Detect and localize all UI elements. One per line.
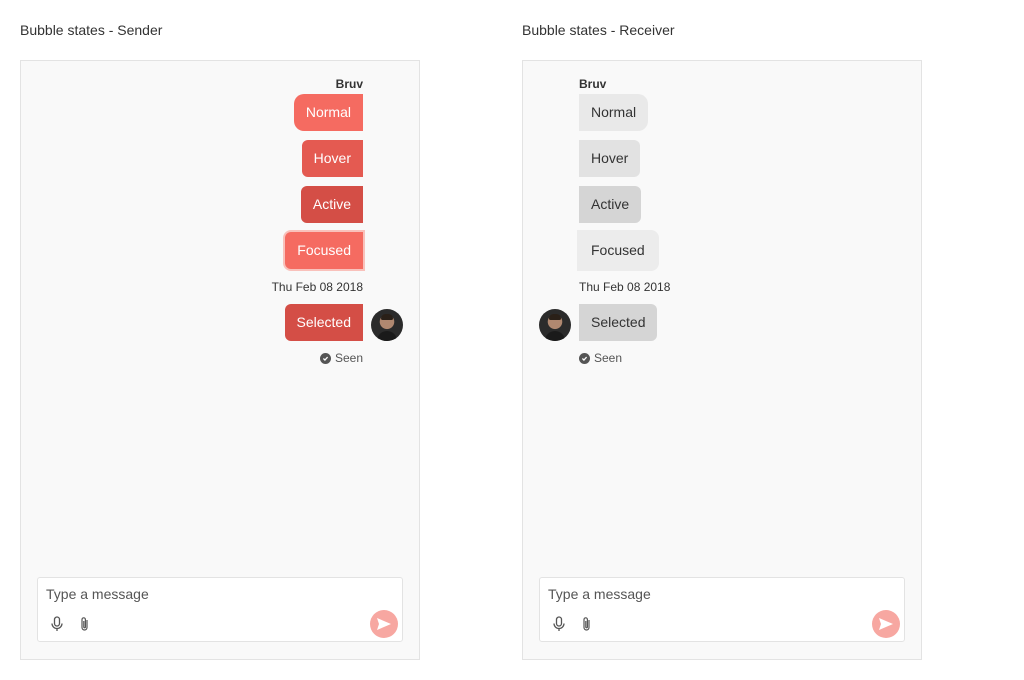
microphone-icon[interactable] — [50, 616, 64, 632]
avatar[interactable] — [371, 309, 403, 341]
seen-label: Seen — [594, 351, 623, 365]
sender-section-title: Bubble states - Sender — [20, 22, 163, 38]
paperclip-icon[interactable] — [580, 616, 594, 632]
bubble-hover[interactable]: Hover — [579, 140, 641, 177]
bubble-normal[interactable]: Normal — [579, 94, 649, 131]
check-circle-icon — [319, 352, 331, 364]
message-input[interactable] — [548, 584, 848, 604]
send-icon — [377, 618, 391, 630]
bubble-selected[interactable]: Selected — [579, 304, 658, 341]
send-button[interactable] — [370, 610, 398, 638]
bubble-active[interactable]: Active — [579, 186, 642, 223]
seen-label: Seen — [334, 351, 363, 365]
bubble-active[interactable]: Active — [300, 186, 363, 223]
seen-status: Seen — [579, 351, 622, 365]
message-timestamp: Thu Feb 08 2018 — [271, 280, 363, 294]
bubble-normal[interactable]: Normal — [293, 94, 363, 131]
bubble-hover[interactable]: Hover — [301, 140, 363, 177]
microphone-icon[interactable] — [552, 616, 566, 632]
check-circle-icon — [579, 352, 590, 364]
message-composer — [539, 577, 905, 642]
sender-chat-panel: Bruv Normal Hover Active Focused Thu Feb… — [20, 60, 420, 660]
seen-status: Seen — [319, 351, 363, 365]
message-input[interactable] — [46, 584, 346, 604]
bubble-focused[interactable]: Focused — [285, 232, 363, 269]
bubble-focused[interactable]: Focused — [577, 230, 659, 271]
message-composer — [37, 577, 403, 642]
author-name: Bruv — [335, 77, 363, 91]
send-icon — [879, 618, 893, 630]
receiver-chat-panel: Bruv Normal Hover Active Focused Thu Feb… — [522, 60, 922, 660]
receiver-section-title: Bubble states - Receiver — [522, 22, 675, 38]
avatar[interactable] — [539, 309, 571, 341]
bubble-selected[interactable]: Selected — [284, 304, 363, 341]
send-button[interactable] — [872, 610, 900, 638]
paperclip-icon[interactable] — [78, 616, 92, 632]
message-timestamp: Thu Feb 08 2018 — [579, 280, 671, 294]
author-name: Bruv — [579, 77, 607, 91]
